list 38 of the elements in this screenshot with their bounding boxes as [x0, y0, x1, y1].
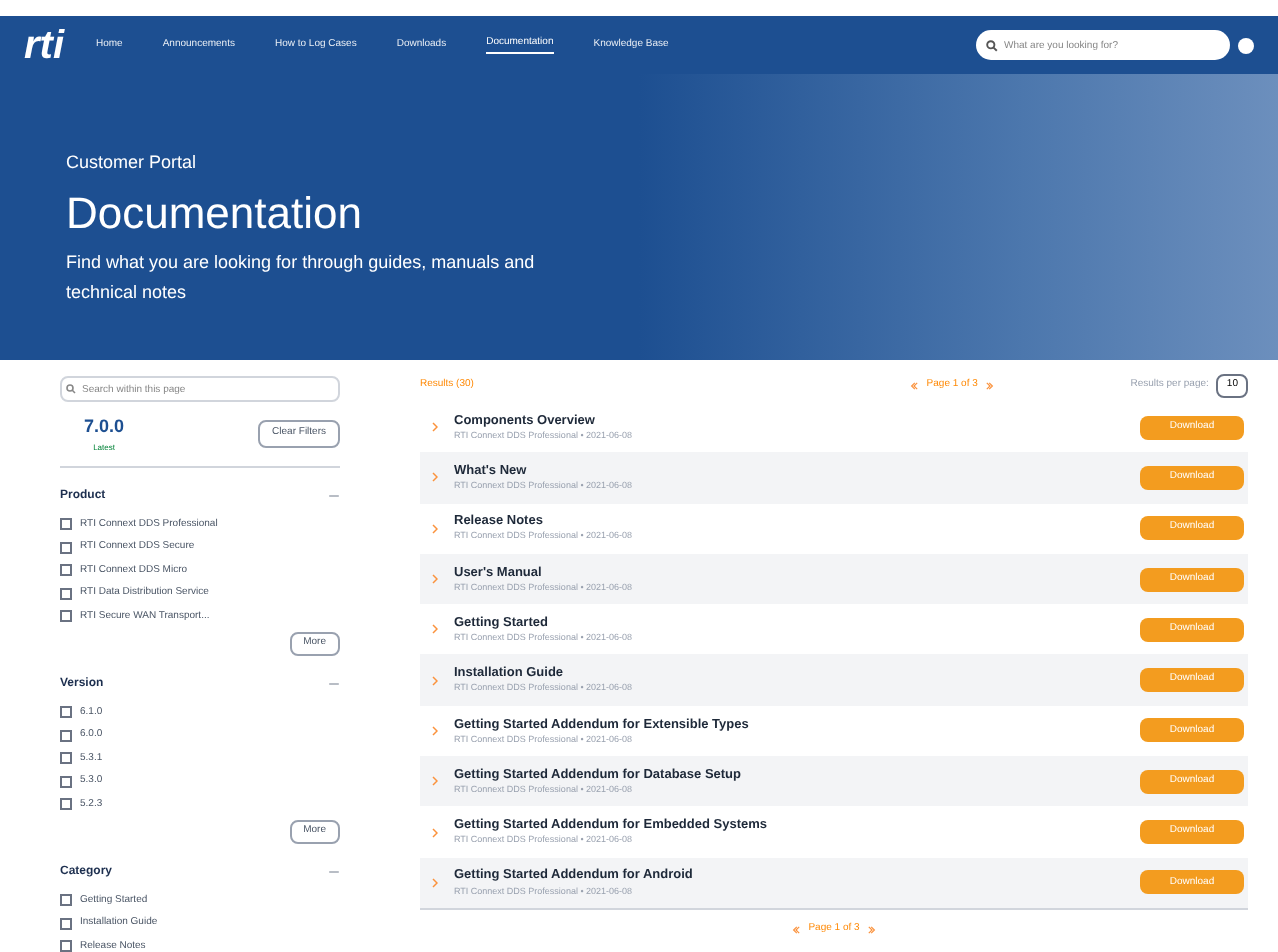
checkbox[interactable] [60, 564, 72, 577]
checkbox[interactable] [60, 798, 72, 811]
search-icon [986, 39, 998, 51]
minus-icon[interactable] [328, 490, 340, 502]
minus-icon[interactable] [328, 866, 340, 878]
checkbox[interactable] [60, 752, 72, 765]
checkbox[interactable] [60, 706, 72, 719]
previous-page-icon[interactable] [910, 382, 919, 390]
chevron-icon[interactable] [432, 624, 438, 635]
checkbox[interactable] [60, 518, 72, 531]
chevron-icon[interactable] [432, 877, 438, 888]
hero-subtitle: Find what you are looking for through guides, manuals and technical notes [66, 250, 537, 306]
logo[interactable]: rti [24, 25, 64, 65]
chevron-icon[interactable] [432, 422, 438, 433]
checkbox[interactable] [60, 917, 72, 930]
chevron-icon[interactable] [432, 725, 438, 736]
chevron-icon[interactable] [432, 472, 438, 483]
chevron-icon[interactable] [432, 827, 438, 838]
previous-page-icon[interactable] [792, 925, 801, 934]
chevron-icon[interactable] [432, 776, 438, 787]
chevron-icon[interactable] [432, 523, 438, 534]
hero-eyebrow: Customer Portal [66, 150, 199, 176]
chevron-icon[interactable] [432, 574, 438, 585]
user-icon[interactable] [1238, 37, 1254, 53]
checkbox[interactable] [60, 940, 72, 952]
checkbox[interactable] [60, 775, 72, 788]
checkbox[interactable] [60, 894, 72, 907]
hero-title: Documentation [66, 185, 364, 240]
minus-icon[interactable] [328, 678, 340, 690]
chevron-icon[interactable] [432, 675, 438, 686]
checkbox[interactable] [60, 610, 72, 623]
checkbox[interactable] [60, 541, 72, 554]
next-page-icon[interactable] [985, 382, 994, 390]
checkbox[interactable] [60, 587, 72, 600]
version-number: 7.0.0 [84, 414, 125, 440]
checkbox[interactable] [60, 729, 72, 742]
next-page-icon[interactable] [867, 925, 876, 934]
search-icon [66, 384, 76, 394]
